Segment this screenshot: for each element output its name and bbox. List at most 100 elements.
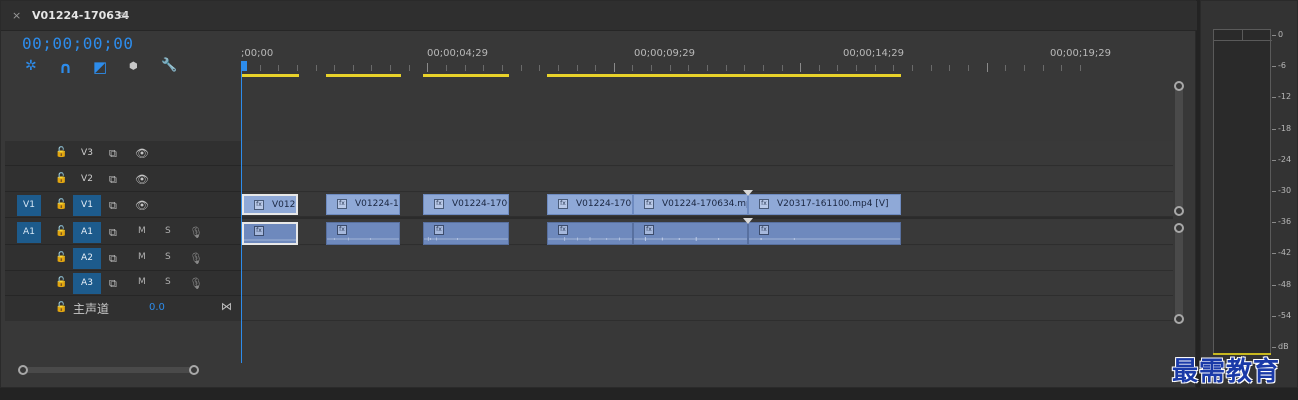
video-clip[interactable]: fx V01224-1 bbox=[326, 194, 400, 215]
audio-clip[interactable]: fx bbox=[423, 222, 509, 245]
ruler-tick bbox=[968, 65, 969, 71]
timeline-zoom-scrollbar[interactable] bbox=[23, 367, 195, 373]
solo-button[interactable]: S bbox=[165, 277, 171, 287]
tab-bar: × V01224-170634 ≡ bbox=[1, 1, 1197, 31]
sync-lock-icon[interactable]: ⧉ bbox=[109, 277, 117, 291]
sync-lock-icon[interactable]: ⧉ bbox=[109, 147, 117, 161]
source-patch-a1[interactable]: A1 bbox=[17, 222, 41, 243]
microphone-icon[interactable]: 🎙 bbox=[189, 226, 203, 239]
mute-button[interactable]: M bbox=[138, 226, 146, 236]
ruler-label: 00;00;09;29 bbox=[634, 48, 696, 59]
lock-icon[interactable]: 🔓 bbox=[55, 252, 67, 263]
ruler-tick bbox=[614, 63, 615, 72]
mute-button[interactable]: M bbox=[138, 277, 146, 287]
close-tab-icon[interactable]: × bbox=[12, 9, 21, 22]
clip-name: V01224-1 bbox=[355, 199, 399, 209]
sync-lock-icon[interactable]: ⧉ bbox=[109, 252, 117, 266]
audio-clip[interactable]: fx bbox=[242, 222, 298, 245]
snap-icon[interactable]: ✲ bbox=[25, 58, 41, 74]
ruler-tick bbox=[893, 65, 894, 71]
master-volume-value[interactable]: 0.0 bbox=[149, 302, 165, 313]
ruler-tick bbox=[427, 63, 428, 72]
linked-selection-icon[interactable]: ∩ bbox=[59, 58, 75, 77]
sequence-tab-title[interactable]: V01224-170634 bbox=[32, 9, 129, 22]
sync-lock-icon[interactable]: ⧉ bbox=[109, 199, 117, 213]
solo-button[interactable]: S bbox=[165, 252, 171, 262]
scrollbar-handle[interactable] bbox=[1174, 223, 1184, 233]
lock-icon[interactable]: 🔓 bbox=[55, 277, 67, 288]
eye-icon[interactable]: 👁 bbox=[135, 199, 149, 212]
scrollbar-handle[interactable] bbox=[1174, 81, 1184, 91]
video-clip[interactable]: fx V01224-1706 bbox=[547, 194, 633, 215]
track-name[interactable]: V2 bbox=[73, 169, 101, 190]
ruler-tick bbox=[260, 65, 261, 71]
eye-icon[interactable]: 👁 bbox=[135, 173, 149, 186]
video-tracks-scrollbar[interactable] bbox=[1175, 85, 1183, 209]
track-name[interactable]: A3 bbox=[73, 273, 101, 294]
video-clip[interactable]: fx V01224-170634.mp bbox=[633, 194, 748, 215]
audio-clip[interactable]: fx bbox=[748, 222, 901, 245]
insert-nest-icon[interactable]: ◩ bbox=[93, 58, 109, 76]
track-lane-v2[interactable] bbox=[241, 167, 1173, 192]
lock-icon[interactable]: 🔓 bbox=[55, 173, 67, 184]
panel-menu-icon[interactable]: ≡ bbox=[119, 8, 129, 22]
work-area-bar[interactable] bbox=[423, 74, 509, 77]
track-name[interactable]: V1 bbox=[73, 195, 101, 216]
ruler-label: 00;00;14;29 bbox=[843, 48, 905, 59]
video-clip[interactable]: fx V012 bbox=[242, 194, 298, 215]
track-lane-master[interactable] bbox=[241, 296, 1173, 321]
lock-icon[interactable]: 🔓 bbox=[55, 226, 67, 237]
transition-marker-icon[interactable] bbox=[743, 218, 753, 226]
lock-icon[interactable]: 🔓 bbox=[55, 302, 67, 313]
audio-clip[interactable]: fx bbox=[633, 222, 748, 245]
video-clip[interactable]: fx V01224-1706 bbox=[423, 194, 509, 215]
transition-marker-icon[interactable] bbox=[743, 190, 753, 198]
time-ruler[interactable]: ;00;00 00;00;04;29 00;00;09;29 00;00;14;… bbox=[241, 41, 1173, 77]
solo-button[interactable]: S bbox=[165, 226, 171, 236]
source-patch-v1[interactable]: V1 bbox=[17, 195, 41, 216]
track-name[interactable]: A1 bbox=[73, 222, 101, 243]
work-area-bar[interactable] bbox=[326, 74, 401, 77]
video-audio-divider[interactable] bbox=[241, 217, 1173, 219]
zoom-scroll-handle-left[interactable] bbox=[18, 365, 28, 375]
db-label: -12 bbox=[1278, 92, 1292, 102]
db-label: -18 bbox=[1278, 123, 1292, 133]
microphone-icon[interactable]: 🎙 bbox=[189, 277, 203, 290]
track-lane-v3[interactable] bbox=[241, 141, 1173, 166]
mute-button[interactable]: M bbox=[138, 252, 146, 262]
lock-icon[interactable]: 🔓 bbox=[55, 199, 67, 210]
scrollbar-handle[interactable] bbox=[1174, 314, 1184, 324]
audio-tracks-scrollbar[interactable] bbox=[1175, 227, 1183, 319]
db-tick bbox=[1272, 347, 1276, 348]
track-name[interactable]: V3 bbox=[73, 143, 101, 164]
playhead-handle[interactable] bbox=[241, 61, 247, 71]
audio-clip[interactable]: fx bbox=[547, 222, 633, 245]
fx-badge-icon: fx bbox=[254, 226, 264, 236]
track-lane-a3[interactable] bbox=[241, 271, 1173, 296]
wrench-icon[interactable]: 🔧 bbox=[161, 58, 177, 74]
video-clip[interactable]: fx V20317-161100.mp4 [V] bbox=[748, 194, 901, 215]
fx-badge-icon: fx bbox=[759, 225, 769, 235]
scrollbar-handle[interactable] bbox=[1174, 206, 1184, 216]
db-tick bbox=[1272, 315, 1276, 317]
ruler-tick bbox=[707, 65, 708, 71]
lock-icon[interactable]: 🔓 bbox=[55, 147, 67, 158]
marker-icon[interactable]: ⬢ bbox=[129, 61, 145, 77]
track-name[interactable]: A2 bbox=[73, 248, 101, 269]
work-area-bar[interactable] bbox=[241, 74, 299, 77]
playhead-timecode[interactable]: 00;00;00;00 bbox=[22, 34, 133, 53]
ruler-tick bbox=[987, 63, 988, 72]
track-lane-a2[interactable] bbox=[241, 246, 1173, 271]
eye-icon[interactable]: 👁 bbox=[135, 147, 149, 160]
microphone-icon[interactable]: 🎙 bbox=[189, 252, 203, 265]
audio-waveform bbox=[634, 237, 747, 241]
sync-lock-icon[interactable]: ⧉ bbox=[109, 226, 117, 240]
ruler-tick bbox=[446, 65, 447, 71]
zoom-scroll-handle-right[interactable] bbox=[189, 365, 199, 375]
audio-clip[interactable]: fx bbox=[326, 222, 400, 245]
fx-badge-icon: fx bbox=[558, 199, 568, 209]
go-to-end-icon[interactable]: ⋈ bbox=[221, 300, 232, 313]
db-label: -24 bbox=[1278, 154, 1292, 164]
sync-lock-icon[interactable]: ⧉ bbox=[109, 173, 117, 187]
work-area-bar[interactable] bbox=[547, 74, 901, 77]
